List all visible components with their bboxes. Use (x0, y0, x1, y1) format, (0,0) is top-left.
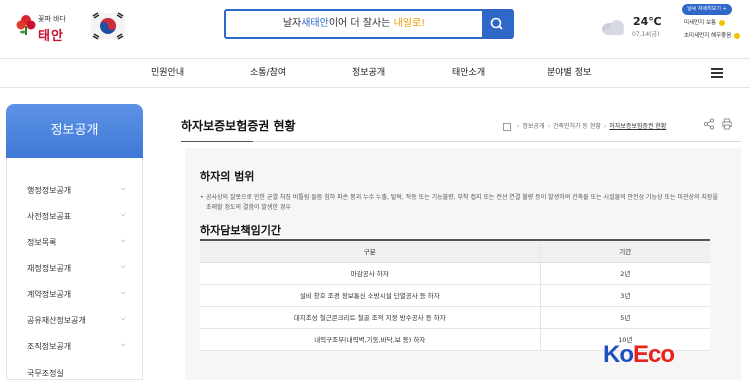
search-button[interactable] (482, 11, 512, 37)
sidebar-item-finance[interactable]: 재정정보공개 ⌵ (7, 256, 142, 282)
sidebar-menu: 행정정보공개 ⌵ 사전정보공표 ⌵ 정보목록 ⌵ 재정정보공개 ⌵ 계약정보공개… (6, 158, 143, 380)
sidebar-item-label: 계약정보공개 (27, 290, 72, 299)
chevron-down-icon: ⌵ (121, 237, 126, 244)
site-header: 꽃파 바다 태안 날자새태안이어 더 잘사는 내일로! 24℃ 07.14(금)… (0, 0, 750, 58)
sidebar-item-label: 조직정보공개 (27, 342, 72, 351)
watermark-letter: c (648, 341, 661, 368)
menu-icon[interactable] (711, 68, 723, 78)
cell-category: 마감공사 하자 (200, 262, 541, 285)
sidebar-title: 정보공개 (6, 104, 143, 158)
sidebar-item-public-property[interactable]: 공유재산정보공개 ⌵ (7, 308, 142, 334)
chevron-down-icon: ⌵ (121, 341, 126, 348)
chevron-down-icon: ⌵ (121, 185, 126, 192)
share-icon[interactable] (704, 118, 714, 130)
nav-item-about[interactable]: 태안소개 (452, 59, 485, 87)
logo-slogan: 꽃파 바다 (38, 15, 66, 23)
watermark-letter: o (660, 341, 675, 368)
status-dot-icon (734, 32, 741, 39)
cell-category: 대지조성 철근콘크리트 철골 조적 지붕 방수공사 등 하자 (200, 306, 541, 329)
column-header-category: 구분 (200, 239, 541, 263)
weather-date: 07.14(금) (632, 31, 660, 38)
home-icon[interactable] (503, 122, 511, 131)
fine-dust-status: 미세먼지 보통 (684, 18, 726, 26)
koeco-watermark: KoEco (603, 341, 675, 369)
status-dot-icon (719, 19, 726, 26)
sidebar-item-admin-info[interactable]: 행정정보공개 ⌵ (7, 178, 142, 204)
nav-item-fields[interactable]: 분야별 정보 (547, 59, 591, 87)
table-row: 대지조성 철근콘크리트 철골 조적 지붕 방수공사 등 하자 5년 (200, 306, 710, 329)
chevron-down-icon: ⌵ (121, 289, 126, 296)
print-icon[interactable] (722, 118, 732, 130)
sidebar-item-pm-office[interactable]: 국무조정실 (7, 360, 142, 380)
breadcrumb: › 정보공개 › 건축인허가 등 현황 › 하자보증보험증권 현황 (503, 121, 666, 131)
sidebar-item-contract[interactable]: 계약정보공개 ⌵ (7, 282, 142, 308)
table-row: 설비 창호 조경 정보통신 소방시설 단열공사 등 하자 3년 (200, 284, 710, 307)
flower-logo-icon (16, 15, 36, 35)
taean-logo[interactable]: 꽃파 바다 태안 (14, 6, 74, 50)
bullet-icon: • (200, 194, 204, 201)
cloud-icon (602, 20, 624, 35)
chevron-down-icon: ⌵ (121, 315, 126, 322)
cell-period: 2년 (540, 262, 710, 285)
table-row: 마감공사 하자 2년 (200, 262, 710, 285)
ultra-fine-dust-status: 초미세먼지 해우좋음 (684, 31, 741, 39)
breadcrumb-current[interactable]: 하자보증보험증권 현황 (609, 123, 666, 130)
sidebar-item-info-list[interactable]: 정보목록 ⌵ (7, 230, 142, 256)
sidebar-item-label: 정보목록 (27, 238, 57, 247)
taegeuk-flag-icon (91, 12, 125, 40)
nav-item-communication[interactable]: 소통/참여 (250, 59, 286, 87)
cell-category: 내력구조부(내력벽,기둥,바닥,보 등) 하자 (200, 328, 541, 351)
cell-category: 설비 창호 조경 정보통신 소방시설 단열공사 등 하자 (200, 284, 541, 307)
watermark-letter: o (619, 341, 634, 368)
title-divider (181, 141, 741, 142)
search-icon (490, 17, 503, 30)
weather-detail-button[interactable]: 날씨 자세히보기 + (682, 4, 732, 15)
breadcrumb-item[interactable]: 정보공개 (522, 123, 544, 130)
main-nav: 민원안내 소통/참여 정보공개 태안소개 분야별 정보 (0, 58, 750, 88)
search-box[interactable]: 날자새태안이어 더 잘사는 내일로! (224, 9, 514, 39)
defect-scope-description: • 공사상의 잘못으로 인한 균열 처짐 비틀림 들뜸 침하 파손 붕괴 누수 … (200, 194, 718, 211)
sidebar-item-label: 공유재산정보공개 (27, 316, 86, 325)
chevron-down-icon: ⌵ (121, 263, 126, 270)
table-header-row: 구분 기간 (200, 239, 710, 263)
chevron-down-icon: ⌵ (121, 211, 126, 218)
nav-item-info[interactable]: 정보공개 (352, 59, 385, 87)
page-title: 하자보증보험증권 현황 (181, 119, 296, 133)
title-divider-accent (181, 141, 253, 142)
sidebar-item-pre-disclosure[interactable]: 사전정보공표 ⌵ (7, 204, 142, 230)
section-title-warranty-period: 하자담보책임기간 (200, 224, 281, 237)
sidebar-item-label: 사전정보공표 (27, 212, 72, 221)
sidebar-item-organization[interactable]: 조직정보공개 ⌵ (7, 334, 142, 360)
watermark-letter: K (603, 341, 620, 368)
nav-item-civil[interactable]: 민원안내 (151, 59, 184, 87)
breadcrumb-item[interactable]: 건축인허가 등 현황 (553, 123, 601, 130)
section-title-defect-scope: 하자의 범위 (200, 170, 255, 183)
sidebar-item-label: 국무조정실 (27, 369, 64, 378)
cell-period: 3년 (540, 284, 710, 307)
warranty-table: 구분 기간 마감공사 하자 2년 설비 창호 조경 정보통신 소방시설 단열공사… (200, 239, 710, 351)
search-slogan[interactable]: 날자새태안이어 더 잘사는 내일로! (226, 11, 482, 37)
temperature: 24℃ (633, 15, 662, 28)
cell-period: 5년 (540, 306, 710, 329)
sidebar-item-label: 재정정보공개 (27, 264, 72, 273)
logo-city-name: 태안 (38, 29, 64, 44)
column-header-period: 기간 (540, 239, 710, 263)
sidebar-item-label: 행정정보공개 (27, 186, 72, 195)
watermark-letter: E (633, 341, 649, 368)
